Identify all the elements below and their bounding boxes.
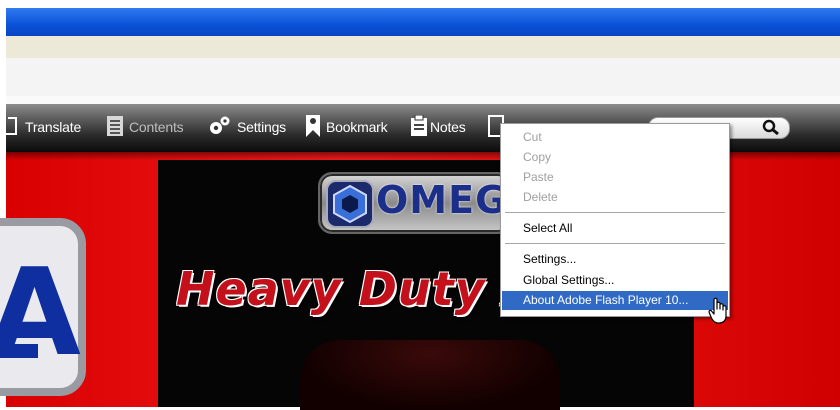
menu-item-settings[interactable]: Settings... [502,250,728,269]
bookmark-button[interactable]: Bookmark [305,114,388,141]
left-badge-bar [0,344,38,358]
settings-label: Settings [237,119,286,135]
menu-item-paste: Paste [523,170,554,184]
translate-button[interactable]: Translate [6,115,81,139]
menu-item-about-flash[interactable]: About Adobe Flash Player 10... [502,291,728,310]
bookmark-icon [305,114,321,141]
translate-icon [6,116,20,139]
menu-item-cut: Cut [523,130,542,144]
menu-item-global-settings[interactable]: Global Settings... [502,271,728,290]
menu-item-select-all[interactable]: Select All [502,219,728,238]
settings-button[interactable]: Settings [208,115,286,139]
menu-bar [6,36,840,58]
contents-button[interactable]: Contents [106,115,184,140]
menu-separator [505,243,725,244]
notes-icon [410,114,428,140]
menu-separator [505,212,725,213]
menu-item-copy: Copy [523,150,552,164]
left-logo-badge: A [0,218,86,396]
address-area [6,58,840,96]
omega-logo-icon [326,180,374,228]
translate-label: Translate [25,119,82,135]
bookmark-label: Bookmark [326,119,388,135]
toolbar-gap [6,96,840,104]
hand-cursor-icon [708,297,730,330]
contents-icon [106,115,124,140]
notes-button[interactable]: Notes [410,114,466,140]
truck-image [300,340,560,410]
settings-icon [208,115,232,140]
omega-logo-text: OMEG [376,178,508,222]
contents-label: Contents [129,119,184,135]
cover-headline: Heavy Duty A [176,262,540,316]
context-menu: Cut Copy Paste Delete Select All Setting… [500,123,730,317]
omega-logo: OMEG [318,172,512,234]
notes-label: Notes [430,119,466,135]
title-bar [6,8,840,36]
search-icon[interactable] [761,119,781,142]
menu-item-delete: Delete [523,190,558,204]
